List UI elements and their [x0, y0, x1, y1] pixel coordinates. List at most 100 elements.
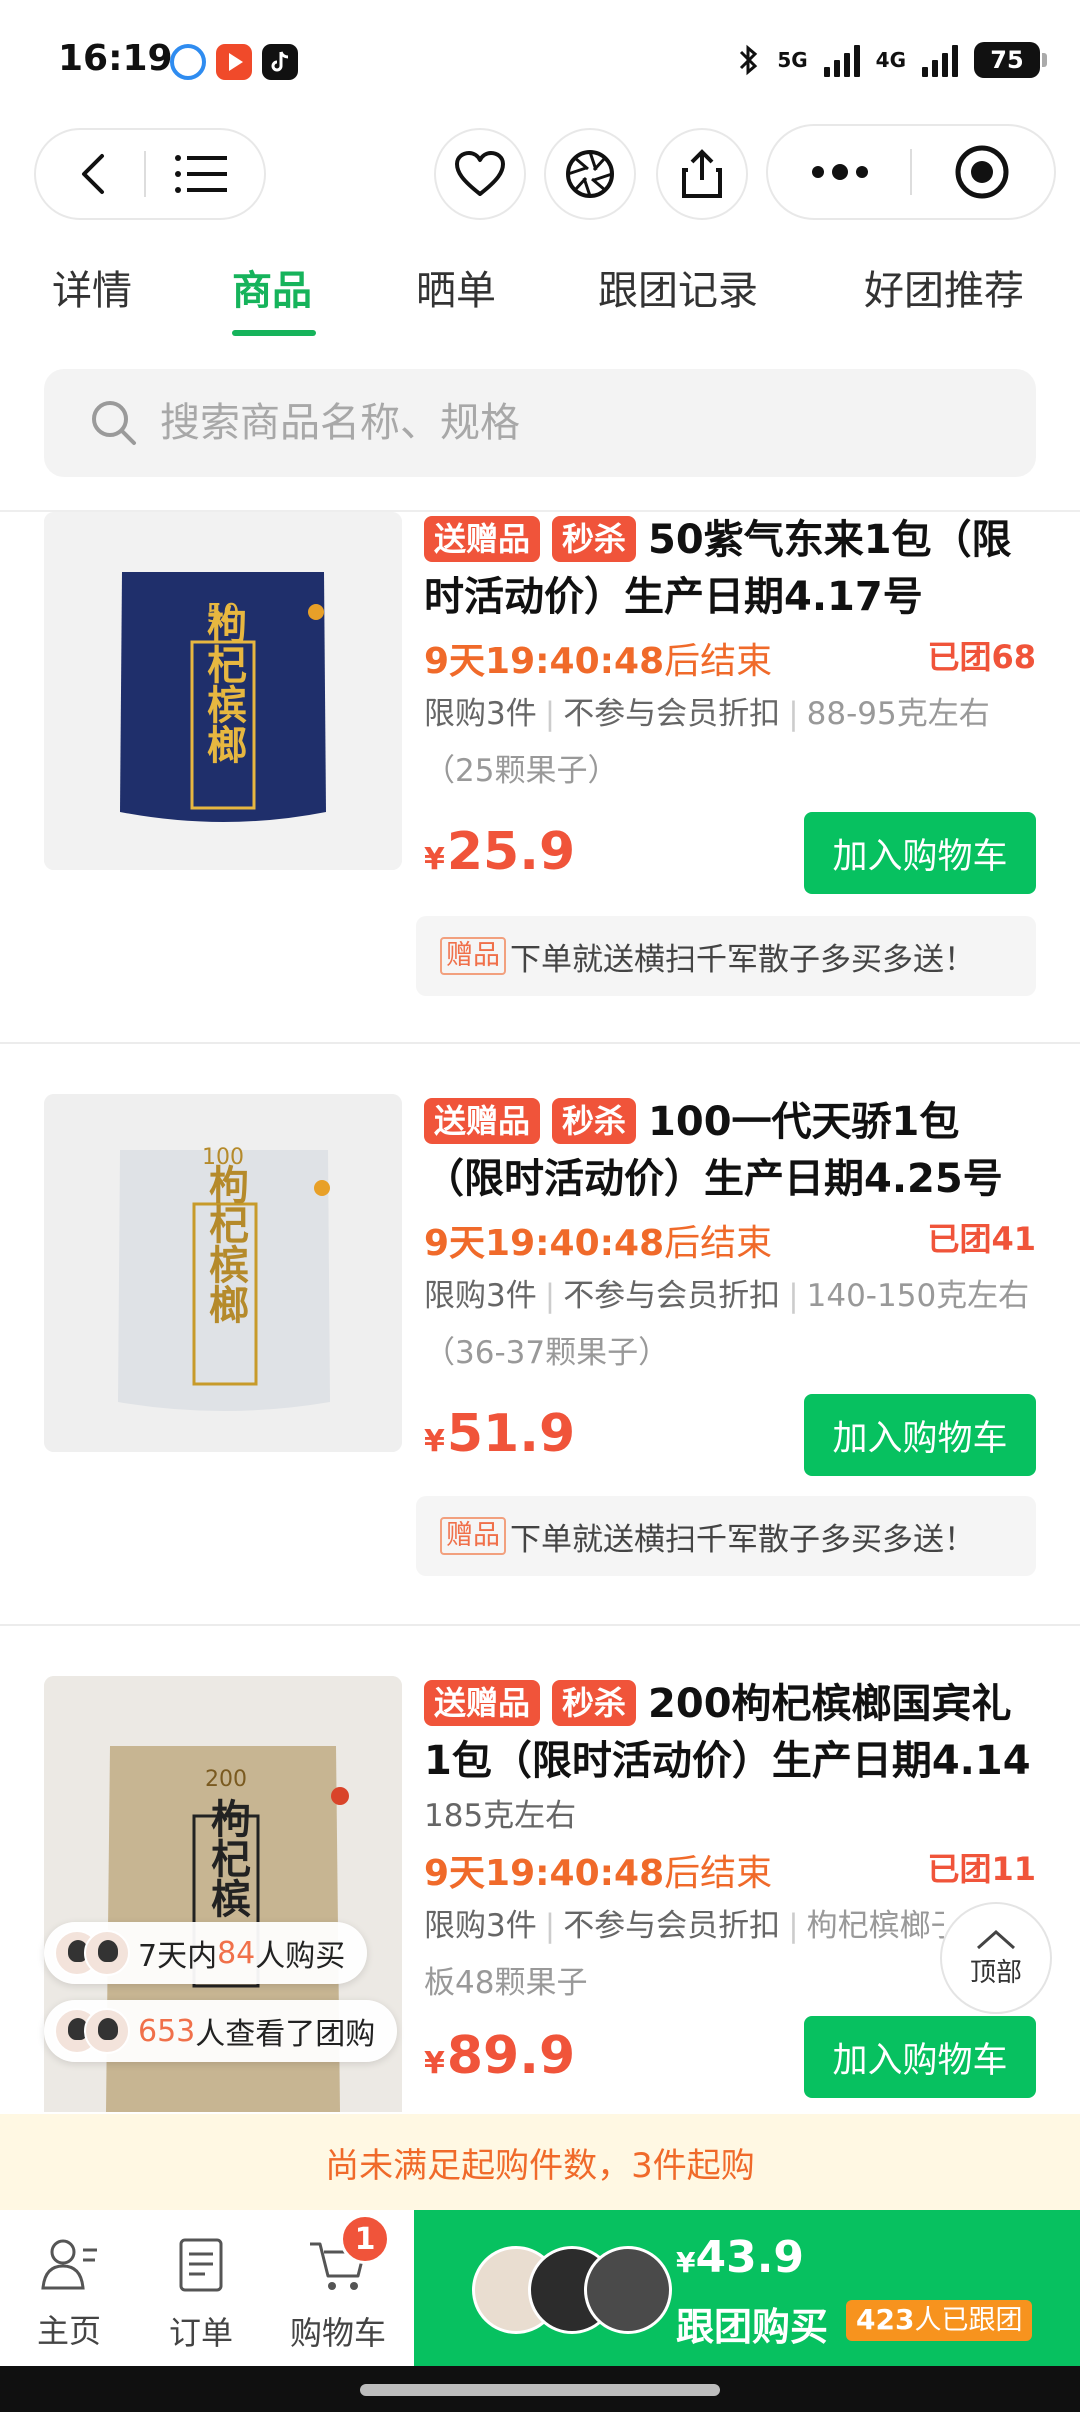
favorite-button[interactable]: [434, 128, 526, 220]
aperture-icon: [566, 150, 614, 198]
nav-orders-label: 订单: [168, 2314, 233, 2352]
more-dots-icon: [812, 164, 868, 180]
product-image[interactable]: 50 枸杞槟榔: [44, 512, 402, 870]
close-mini-program-button[interactable]: [912, 132, 1052, 212]
product-title[interactable]: 送赠品 秒杀 50紫气东来1包（限时活动价）生产日期4.17号: [424, 512, 1036, 626]
buyers-suffix: 人购买: [255, 1939, 346, 1974]
nav-home[interactable]: 主页: [14, 2236, 124, 2352]
card-divider: [0, 1042, 1080, 1044]
back-button[interactable]: [44, 134, 144, 214]
timer-row: 9天19:40:48后结束 已团41: [424, 1208, 1036, 1268]
chevron-up-icon: [977, 1929, 1015, 1949]
gift-text: 下单就送横扫千军散子多买多送！: [510, 1521, 975, 1558]
join-currency: ¥: [676, 2246, 696, 2279]
price-value: 89.9: [446, 2026, 576, 2086]
battery-level: 75: [990, 46, 1024, 74]
purchase-limits: 限购3件 | 不参与会员折扣 | 88-95克左右（25颗果子）: [424, 686, 1036, 800]
tab-reviews[interactable]: 晒单: [416, 258, 496, 316]
tab-recommend[interactable]: 好团推荐: [864, 258, 1024, 316]
active-tab-indicator: [232, 330, 316, 336]
limit-sep: |: [544, 696, 556, 732]
limit-text: 限购3件: [424, 1908, 537, 1944]
purchase-limits: 限购3件|不参与会员折扣|枸杞槟榔子: [424, 1898, 944, 1955]
limit-text: 限购3件: [424, 696, 537, 732]
product-info: 送赠品 秒杀 100一代天骄1包（限时活动价）生产日期4.25号 9天19:40:4…: [424, 1094, 1036, 1478]
order-document-icon: [179, 2238, 223, 2292]
flash-sale-tag: 秒杀: [552, 1680, 637, 1726]
tab-details[interactable]: 详情: [52, 258, 132, 316]
product-subtitle: 185克左右: [424, 1798, 577, 1834]
add-to-cart-button[interactable]: 加入购物车: [804, 2016, 1036, 2098]
countdown: 9天19:40:48后结束: [424, 632, 772, 684]
recent-buyers-bubble: 7天内 84 人购买: [44, 1922, 368, 1984]
home-indicator[interactable]: [360, 2384, 720, 2396]
timer-row: 9天19:40:48后结束 已团11: [424, 1838, 1036, 1898]
discount-note: 不参与会员折扣: [563, 696, 781, 732]
countdown-suffix: 后结束: [664, 641, 773, 682]
back-to-top-button[interactable]: 顶部: [940, 1902, 1052, 2014]
back-arrow-icon: [82, 154, 104, 194]
menu-list-button[interactable]: [146, 134, 256, 214]
tiktok-app-icon: [262, 44, 298, 80]
more-options-button[interactable]: [770, 132, 910, 212]
discount-note: 不参与会员折扣: [563, 1908, 781, 1944]
limit-sep-2: |: [788, 1908, 799, 1944]
bluetooth-icon: [740, 44, 758, 76]
tab-products[interactable]: 商品: [232, 258, 312, 316]
avatar: [584, 2246, 672, 2334]
cart-count-badge: 1: [340, 2214, 390, 2264]
price: ¥89.9: [424, 2026, 575, 2086]
join-group-button[interactable]: ¥43.9 跟团购买 423人已跟团: [414, 2210, 1080, 2366]
status-right-group: 5G 4G 75: [737, 38, 1047, 82]
status-time: 16:19: [58, 38, 173, 79]
product-image[interactable]: 100 枸杞槟榔: [44, 1094, 402, 1452]
gift-label: 赠品: [440, 1517, 506, 1555]
search-bar[interactable]: [44, 369, 1036, 477]
grouped-count: 已团11: [927, 1850, 1036, 1888]
countdown: 9天19:40:48后结束: [424, 1214, 772, 1266]
bag-badge-text: 200: [205, 1767, 247, 1792]
avatar: [84, 2008, 130, 2054]
nav-orders[interactable]: 订单: [146, 2236, 256, 2354]
buyers-count: 84: [217, 1935, 256, 1971]
signal-bars-2-icon: [922, 43, 958, 77]
nav-cart-label: 购物车: [289, 2314, 386, 2352]
add-to-cart-button[interactable]: 加入购物车: [804, 812, 1036, 894]
heart-icon: [455, 151, 505, 196]
status-bar: 16:19 5G 4G 75: [0, 0, 1080, 124]
back-to-top-label: 顶部: [969, 1957, 1022, 1988]
countdown-suffix: 后结束: [664, 1853, 773, 1894]
search-input[interactable]: [160, 400, 980, 446]
product-title[interactable]: 送赠品 秒杀 100一代天骄1包（限时活动价）生产日期4.25号: [424, 1094, 1036, 1208]
gift-promo-box: 赠品 下单就送横扫千军散子多买多送！: [416, 916, 1036, 996]
price-row: ¥25.9 加入购物车: [424, 812, 1036, 896]
bag-label-text: 枸杞槟榔: [200, 604, 247, 764]
spec-text: 枸杞槟榔子: [806, 1908, 944, 1944]
min-purchase-notice: 尚未满足起购件数，3件起购: [0, 2114, 1080, 2210]
price: ¥25.9: [424, 822, 575, 882]
viewers-suffix: 人查看了团购: [195, 2017, 376, 2052]
gift-label: 赠品: [440, 937, 506, 975]
target-circle-icon: [955, 145, 1009, 199]
back-menu-pill: [34, 128, 266, 220]
limit-sep-2: |: [788, 1278, 799, 1314]
limit-sep: |: [544, 1278, 556, 1314]
tab-group-records[interactable]: 跟团记录: [598, 258, 758, 316]
bag-label-text: 枸杞槟: [204, 1798, 251, 1918]
signal-5g-label: 5G: [777, 48, 808, 72]
add-to-cart-button[interactable]: 加入购物车: [804, 1394, 1036, 1476]
viewers-bubble: 653 人查看了团购: [44, 2000, 398, 2062]
countdown: 9天19:40:48后结束: [424, 1844, 772, 1896]
product-title[interactable]: 送赠品 秒杀 200枸杞槟榔国宾礼1包（限时活动价）生产日期4.14: [424, 1676, 1036, 1790]
product-bag-image: 50 枸杞槟榔: [44, 512, 402, 870]
joined-count: 423: [856, 2303, 915, 2336]
discount-note: 不参与会员折扣: [563, 1278, 781, 1314]
camera-aperture-button[interactable]: [544, 128, 636, 220]
flash-sale-tag: 秒杀: [552, 516, 637, 562]
share-button[interactable]: [656, 128, 748, 220]
price-value: 25.9: [446, 822, 576, 882]
timer-row: 9天19:40:48后结束 已团68: [424, 626, 1036, 686]
flash-sale-tag: 秒杀: [552, 1098, 637, 1144]
price-value: 51.9: [446, 1404, 576, 1464]
joined-count-badge: 423人已跟团: [846, 2300, 1033, 2341]
